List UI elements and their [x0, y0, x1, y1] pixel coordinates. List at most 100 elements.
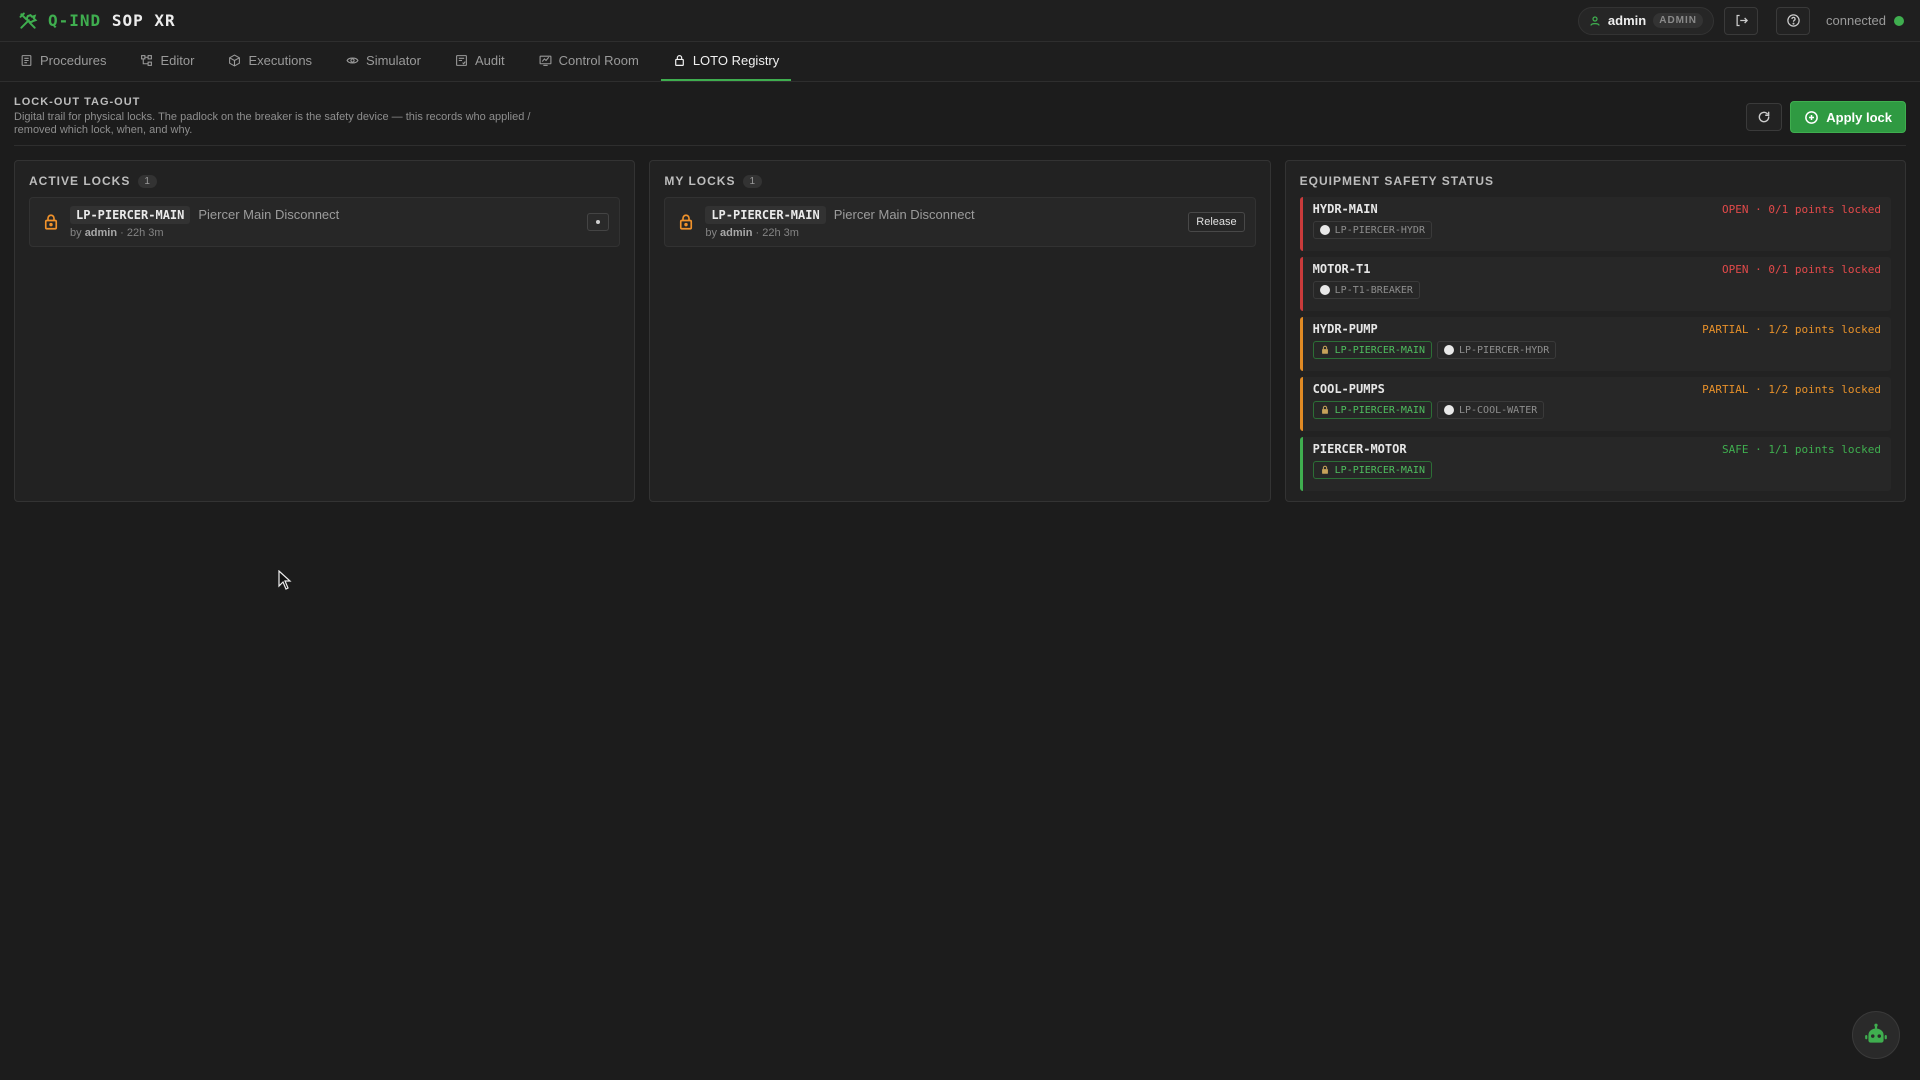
tools-icon [19, 12, 38, 29]
top-bar: Q-IND SOP XR admin ADMIN connected [0, 0, 1920, 42]
connection-status: connected [1826, 13, 1904, 28]
unlocked-dot-icon [1319, 285, 1330, 295]
equipment-item[interactable]: COOL-PUMPS PARTIAL · 1/2 points locked L… [1299, 377, 1891, 431]
equipment-name: PIERCER-MOTOR [1312, 442, 1407, 456]
tab-label: Procedures [40, 53, 107, 68]
lock-row[interactable]: LP-PIERCER-MAIN Piercer Main Disconnect … [29, 197, 621, 247]
panel-title: EQUIPMENT SAFETY STATUS [1300, 173, 1891, 189]
page-description: Digital trail for physical locks. The pa… [14, 111, 531, 136]
equipment-status-title: EQUIPMENT SAFETY STATUS [1299, 174, 1495, 188]
my-locks-panel: MY LOCKS 1 LP-PIERCER-MAIN Piercer Main … [649, 160, 1271, 502]
equipment-name: HYDR-PUMP [1312, 322, 1378, 336]
tab-executions[interactable]: Executions [216, 42, 324, 81]
page-title: LOCK-OUT TAG-OUT [14, 96, 141, 108]
lock-point-chip: LP-T1-BREAKER [1312, 281, 1420, 299]
audit-icon [456, 55, 467, 66]
monitor-icon [539, 55, 552, 66]
tab-label: Executions [248, 53, 313, 68]
lock-point-label: LP-PIERCER-MAIN [1334, 404, 1425, 416]
logout-icon [1736, 14, 1748, 27]
equipment-status: SAFE · 1/1 points locked [1722, 442, 1881, 456]
plus-circle-icon [1805, 110, 1819, 124]
lock-point-label: LP-COOL-WATER [1458, 404, 1538, 416]
role-badge: ADMIN [1653, 13, 1703, 28]
lock-point-label: LP-PIERCER-HYDR [1334, 224, 1425, 236]
by-prefix: by [70, 226, 82, 239]
apply-lock-button[interactable]: Apply lock [1790, 101, 1906, 133]
padlock-icon [44, 214, 58, 230]
dot-icon [596, 220, 601, 224]
tab-label: Editor [160, 53, 195, 68]
lock-point-chip: LP-PIERCER-HYDR [1312, 221, 1432, 239]
user-icon [1590, 15, 1600, 26]
lock-point-chip: LP-PIERCER-MAIN [1312, 461, 1432, 479]
unlocked-dot-icon [1443, 345, 1454, 355]
lock-meta: by admin · 22h 3m [705, 227, 974, 239]
panel-title: ACTIVE LOCKS 1 [29, 173, 620, 189]
tab-label: Simulator [366, 53, 421, 68]
help-button[interactable] [1776, 6, 1810, 35]
brand-main: SOP XR [111, 11, 176, 30]
lock-point-chip: LP-COOL-WATER [1436, 401, 1545, 419]
lock-age: · 22h 3m [755, 226, 799, 239]
connection-dot [1894, 15, 1904, 26]
equipment-item[interactable]: MOTOR-T1 OPEN · 0/1 points locked LP-T1-… [1299, 257, 1891, 311]
padlock-icon [680, 214, 693, 230]
tab-loto-registry[interactable]: LOTO Registry [660, 42, 792, 81]
connection-label: connected [1826, 13, 1886, 28]
lock-user: admin [720, 226, 753, 239]
my-locks-title: MY LOCKS [664, 174, 736, 188]
padlock-icon [1321, 405, 1328, 414]
flow-icon [141, 55, 153, 66]
user-chip[interactable]: admin ADMIN [1577, 6, 1714, 35]
count-badge: 1 [138, 174, 157, 188]
brand[interactable]: Q-IND SOP XR [18, 11, 176, 31]
apply-lock-label: Apply lock [1826, 109, 1892, 125]
equipment-name: MOTOR-T1 [1312, 262, 1371, 276]
brand-accent: Q-IND [48, 11, 102, 30]
tab-label: Audit [474, 53, 505, 68]
tab-simulator[interactable]: Simulator [334, 42, 433, 81]
equipment-item[interactable]: HYDR-PUMP PARTIAL · 1/2 points locked LP… [1299, 317, 1891, 371]
unlocked-dot-icon [1319, 225, 1330, 235]
eye-icon [346, 57, 359, 64]
equipment-status-panel: EQUIPMENT SAFETY STATUS HYDR-MAIN OPEN ·… [1284, 160, 1906, 502]
equipment-status: OPEN · 0/1 points locked [1722, 202, 1881, 216]
tab-procedures[interactable]: Procedures [8, 42, 118, 81]
lock-point-chip: LP-PIERCER-HYDR [1436, 341, 1557, 359]
tab-label: LOTO Registry [692, 53, 780, 68]
assistant-button[interactable] [1852, 1011, 1900, 1059]
count-badge: 1 [743, 174, 763, 188]
lock-icon [674, 55, 684, 66]
user-name: admin [1607, 13, 1647, 28]
refresh-button[interactable] [1746, 103, 1783, 131]
equipment-status: PARTIAL · 1/2 points locked [1702, 382, 1881, 396]
tab-label: Control Room [558, 53, 639, 68]
document-icon [21, 55, 32, 66]
lock-point-chip: LP-PIERCER-MAIN [1312, 401, 1432, 419]
equipment-item[interactable]: PIERCER-MOTOR SAFE · 1/1 points locked L… [1299, 437, 1891, 491]
tab-editor[interactable]: Editor [128, 42, 206, 81]
release-button[interactable]: Release [1188, 212, 1245, 232]
lock-point-label: LP-PIERCER-MAIN [1334, 344, 1425, 356]
lock-name: Piercer Main Disconnect [833, 207, 975, 222]
active-locks-panel: ACTIVE LOCKS 1 LP-PIERCER-MAIN Piercer M… [14, 160, 636, 502]
mouse-cursor-icon [278, 570, 292, 590]
lock-code: LP-PIERCER-MAIN [70, 205, 191, 224]
nav-tabs: Procedures Editor Executions Simulator A… [0, 42, 1920, 82]
lock-name: Piercer Main Disconnect [198, 207, 340, 222]
logout-button[interactable] [1724, 6, 1758, 35]
lock-options-button[interactable] [587, 213, 610, 231]
tab-audit[interactable]: Audit [443, 42, 517, 81]
refresh-icon [1758, 111, 1770, 123]
lock-meta: by admin · 22h 3m [70, 227, 339, 239]
lock-age: · 22h 3m [120, 226, 164, 239]
unlocked-dot-icon [1443, 405, 1454, 415]
equipment-item[interactable]: HYDR-MAIN OPEN · 0/1 points locked LP-PI… [1299, 197, 1891, 251]
tab-control-room[interactable]: Control Room [527, 42, 651, 81]
active-locks-title: ACTIVE LOCKS [29, 174, 131, 188]
lock-point-label: LP-T1-BREAKER [1334, 284, 1413, 296]
lock-point-chip: LP-PIERCER-MAIN [1312, 341, 1432, 359]
lock-row[interactable]: LP-PIERCER-MAIN Piercer Main Disconnect … [664, 197, 1256, 247]
padlock-icon [1321, 465, 1328, 474]
